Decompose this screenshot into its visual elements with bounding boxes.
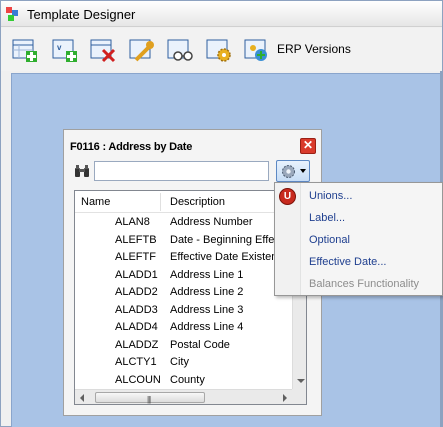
list-row[interactable]: ALEFTF Effective Date Existence [75, 249, 292, 266]
column-description: Postal Code [170, 338, 230, 351]
toolbar: v ERP Versions [1, 28, 442, 71]
scroll-left-icon[interactable] [80, 394, 84, 402]
scroll-right-icon[interactable] [283, 394, 287, 402]
delete-template-icon[interactable] [89, 36, 117, 64]
app-icon [6, 7, 18, 21]
gear-icon [282, 165, 295, 178]
binoculars-icon [75, 165, 89, 177]
list-row[interactable]: ALAN8 Address Number [75, 214, 292, 231]
close-icon[interactable]: ✕ [300, 138, 316, 154]
column-list[interactable]: Name Description ALAN8 Address Number ALEF… [74, 190, 307, 405]
column-description: City [170, 356, 189, 368]
header-name[interactable]: Name [81, 196, 110, 208]
column-name: ALEFTF [115, 251, 156, 263]
settings-gear-icon[interactable] [205, 36, 233, 64]
erp-versions-icon[interactable] [243, 36, 271, 64]
header-description[interactable]: Description [170, 196, 225, 208]
scroll-thumb[interactable]: ||| [95, 392, 205, 404]
window-title: Template Designer [27, 7, 136, 22]
options-context-menu: U Unions... Label... Optional Effective Dat… [274, 182, 443, 296]
column-description: County [170, 373, 205, 386]
column-name: ALADD2 [115, 286, 158, 298]
filter-input[interactable] [94, 161, 269, 181]
column-description: Address Line 3 [170, 303, 244, 316]
panel-title: F0116 : Address by Date [70, 141, 193, 153]
column-name: ALADD3 [115, 303, 158, 316]
list-row[interactable]: ALADD2 Address Line 2 [75, 284, 292, 301]
column-name: ALADDZ [115, 338, 159, 351]
list-row[interactable]: ALADD3 Address Line 3 [75, 302, 292, 319]
column-name: ALAN8 [115, 216, 150, 228]
horizontal-scrollbar[interactable]: ||| [75, 389, 292, 404]
list-row[interactable]: ALADD1 Address Line 1 [75, 267, 292, 284]
column-name: ALCTY1 [115, 356, 157, 368]
edit-wrench-icon[interactable] [128, 36, 156, 64]
column-name: ALADD1 [115, 268, 158, 281]
list-header: Name Description [75, 191, 292, 213]
chevron-down-icon [300, 169, 306, 173]
menu-item-unions[interactable]: Unions... [309, 190, 352, 202]
column-description: Effective Date Existence [170, 251, 288, 263]
template-designer-window: Template Designer v ERP Versions F0116:… [0, 0, 443, 427]
options-dropdown-button[interactable] [276, 160, 310, 182]
column-name: ALADD4 [115, 321, 158, 333]
header-separator [160, 193, 161, 211]
scroll-corner [292, 389, 306, 404]
menu-item-label[interactable]: Label... [309, 212, 345, 224]
menu-gutter: U [275, 183, 301, 295]
list-row[interactable]: ALCOUN County [75, 372, 292, 389]
list-row[interactable]: ALADDZ Postal Code [75, 337, 292, 354]
column-description: Address Line 4 [170, 321, 244, 333]
union-icon: U [279, 188, 296, 205]
column-name: ALEFTB [115, 233, 157, 246]
column-description: Date - Beginning Effective [170, 233, 288, 246]
erp-versions-label[interactable]: ERP Versions [277, 42, 351, 56]
list-row[interactable]: ALEFTB Date - Beginning Effective [75, 232, 292, 249]
menu-item-optional[interactable]: Optional [309, 234, 350, 246]
column-description: Address Line 2 [170, 286, 244, 298]
menu-item-effective-date[interactable]: Effective Date... [309, 256, 386, 268]
menu-item-balances-functionality: Balances Functionality [309, 278, 420, 290]
new-version-icon[interactable]: v [51, 36, 79, 64]
svg-text:v: v [57, 43, 62, 52]
view-glasses-icon[interactable] [166, 36, 194, 64]
scroll-down-icon[interactable] [297, 379, 305, 383]
column-name: ALCOUN [115, 373, 161, 386]
list-row[interactable]: ALCTY1 City [75, 354, 292, 371]
list-row[interactable]: ALADD4 Address Line 4 [75, 319, 292, 336]
column-description: Address Line 1 [170, 268, 244, 281]
new-template-icon[interactable] [11, 36, 39, 64]
title-bar[interactable]: Template Designer [1, 1, 442, 27]
column-description: Address Number [170, 216, 253, 228]
